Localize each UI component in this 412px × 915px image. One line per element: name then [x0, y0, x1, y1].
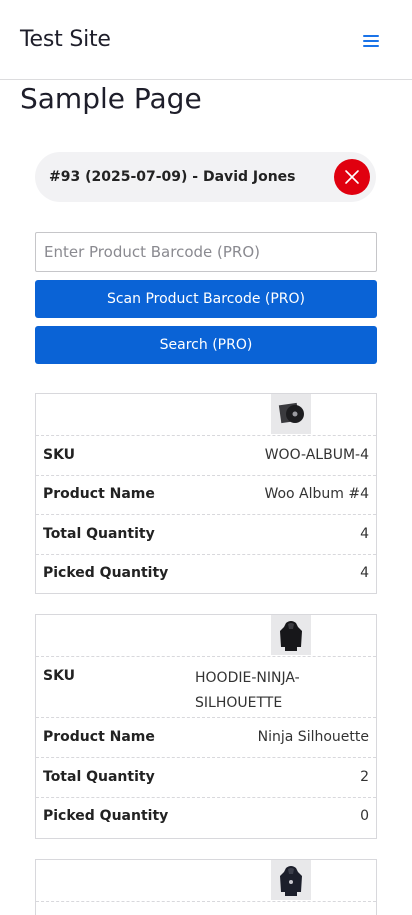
selected-order-pill: #93 (2025-07-09) - David Jones: [35, 152, 376, 202]
product-card: SKU HOODIE-NINJA-SILHOUETTE Product Name…: [35, 614, 377, 839]
total-quantity-label: Total Quantity: [43, 526, 155, 542]
hoodie-thumbnail-icon[interactable]: [271, 615, 311, 655]
site-title[interactable]: Test Site: [20, 27, 111, 52]
product-card: [35, 859, 377, 915]
product-name-row: Product Name Ninja Silhouette: [36, 718, 376, 758]
product-image-row: [36, 394, 376, 436]
sku-label: SKU: [43, 447, 76, 463]
site-header: Test Site: [0, 0, 412, 80]
sku-label: SKU: [43, 668, 76, 684]
search-button[interactable]: Search (PRO): [35, 326, 377, 364]
hoodie-thumbnail-icon[interactable]: [271, 860, 311, 900]
picked-quantity-label: Picked Quantity: [43, 808, 169, 824]
product-image-row: [36, 615, 376, 657]
sku-value: HOODIE-NINJA-SILHOUETTE: [195, 670, 300, 711]
picked-quantity-label: Picked Quantity: [43, 565, 169, 581]
product-name-label: Product Name: [43, 729, 155, 745]
barcode-input[interactable]: [35, 232, 377, 272]
product-name-value: Woo Album #4: [264, 486, 369, 502]
total-quantity-value: 4: [360, 526, 369, 542]
sku-row: SKU WOO-ALBUM-4: [36, 436, 376, 476]
picked-quantity-row: Picked Quantity 4: [36, 555, 376, 594]
scan-barcode-button[interactable]: Scan Product Barcode (PRO): [35, 280, 377, 318]
total-quantity-row: Total Quantity 4: [36, 515, 376, 555]
picked-quantity-value: 4: [360, 565, 369, 581]
album-thumbnail-icon[interactable]: [271, 394, 311, 434]
product-image-row: [36, 860, 376, 902]
picked-quantity-row: Picked Quantity 0: [36, 798, 376, 837]
total-quantity-row: Total Quantity 2: [36, 758, 376, 798]
product-name-label: Product Name: [43, 486, 155, 502]
total-quantity-label: Total Quantity: [43, 769, 155, 785]
product-name-row: Product Name Woo Album #4: [36, 476, 376, 515]
remove-order-button[interactable]: [334, 159, 370, 195]
hamburger-menu-icon[interactable]: [361, 32, 383, 50]
picked-quantity-value: 0: [360, 808, 369, 824]
sku-row: SKU HOODIE-NINJA-SILHOUETTE: [36, 657, 376, 718]
sku-value: WOO-ALBUM-4: [264, 447, 369, 463]
product-card: SKU WOO-ALBUM-4 Product Name Woo Album #…: [35, 393, 377, 594]
page-title: Sample Page: [20, 82, 202, 115]
close-icon: [345, 170, 359, 184]
order-label: #93 (2025-07-09) - David Jones: [49, 169, 296, 185]
product-name-value: Ninja Silhouette: [257, 729, 369, 745]
total-quantity-value: 2: [360, 769, 369, 785]
